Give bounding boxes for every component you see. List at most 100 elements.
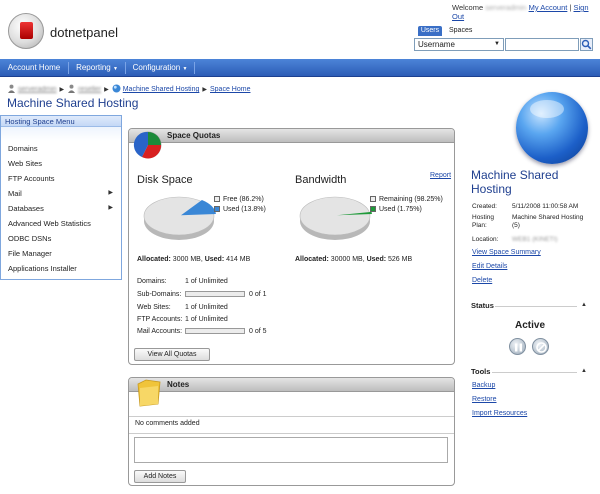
welcome-separator: | xyxy=(569,3,572,12)
globe-icon xyxy=(112,84,121,93)
collapse-arrow-icon[interactable]: ▲ xyxy=(581,302,587,308)
search-tab-users[interactable]: Users xyxy=(418,26,442,36)
quota-progress-bar xyxy=(185,328,245,334)
bandwidth-report-link[interactable]: Report xyxy=(430,172,451,179)
view-all-quotas-button[interactable]: View All Quotas xyxy=(134,348,210,361)
quota-row-sub-domains: Sub-Domains: 0 of 1 xyxy=(137,290,267,299)
breadcrumb-space-home[interactable]: Space Home xyxy=(210,86,250,93)
bandwidth-legend: Remaining (98.25%) Used (1.75%) xyxy=(370,195,443,215)
backup-link[interactable]: Backup xyxy=(472,382,495,389)
menu-item-label: Web Sites xyxy=(8,159,43,168)
quota-label: Web Sites: xyxy=(137,304,171,311)
nav-reporting[interactable]: Reporting ▼ xyxy=(69,59,125,77)
menu-header: Hosting Space Menu xyxy=(1,116,121,127)
section-divider xyxy=(495,306,577,307)
chevron-down-icon: ▼ xyxy=(494,41,500,47)
menu-item-applications-installer[interactable]: Applications Installer xyxy=(1,261,121,276)
notes-divider xyxy=(129,433,454,434)
search-input[interactable] xyxy=(505,38,579,51)
import-resources-link[interactable]: Import Resources xyxy=(472,410,527,417)
app-name: dotnetpanel xyxy=(50,25,118,40)
menu-item-label: FTP Accounts xyxy=(8,174,55,183)
chevron-down-icon: ▼ xyxy=(112,66,118,72)
legend-used: Used (1.75%) xyxy=(370,205,443,215)
legend-used-label: Used (13.8%) xyxy=(223,206,266,213)
bandwidth-used-label: Used: xyxy=(366,256,387,263)
notes-panel: Notes No comments added Add Notes xyxy=(128,377,455,486)
breadcrumb-arrow-icon: ▶ xyxy=(59,87,65,93)
search-field-select[interactable]: Username ▼ xyxy=(414,38,504,51)
breadcrumb-user[interactable]: serveradmin xyxy=(18,86,57,93)
disk-allocated-value: 3000 MB, xyxy=(172,256,203,263)
legend-used: Used (13.8%) xyxy=(214,205,266,215)
bandwidth-allocation: Allocated: 30000 MB, Used: 526 MB xyxy=(295,256,412,263)
my-account-link[interactable]: My Account xyxy=(529,3,568,12)
delete-link[interactable]: Delete xyxy=(472,277,492,284)
breadcrumb-arrow-icon: ▶ xyxy=(104,87,109,93)
legend-free-label: Free (86.2%) xyxy=(223,196,264,203)
status-title: Status xyxy=(471,301,494,310)
menu-item-domains[interactable]: Domains xyxy=(1,141,121,156)
view-space-summary-link[interactable]: View Space Summary xyxy=(472,249,541,256)
menu-spacer xyxy=(1,127,121,141)
hosting-space-menu: Hosting Space Menu Domains Web Sites FTP… xyxy=(0,115,122,280)
legend-remaining: Remaining (98.25%) xyxy=(370,195,443,205)
legend-swatch xyxy=(370,196,376,202)
quota-label: Mail Accounts: xyxy=(137,328,183,335)
pause-button[interactable] xyxy=(509,338,526,355)
user-icon xyxy=(68,84,76,93)
notes-folder-icon xyxy=(137,379,161,407)
nav-configuration-label: Configuration xyxy=(132,63,181,72)
restore-link[interactable]: Restore xyxy=(472,396,497,403)
collapse-arrow-icon[interactable]: ▲ xyxy=(581,368,587,374)
menu-item-odbc-dsns[interactable]: ODBC DSNs xyxy=(1,231,121,246)
menu-item-mail[interactable]: Mail ▶ xyxy=(1,186,121,201)
welcome-username: serveradmin xyxy=(485,3,527,12)
breadcrumb-space[interactable]: Machine Shared Hosting xyxy=(123,86,200,93)
quota-label: FTP Accounts: xyxy=(137,316,183,323)
bandwidth-pie-chart xyxy=(299,196,372,240)
menu-item-file-manager[interactable]: File Manager xyxy=(1,246,121,261)
disk-allocation: Allocated: 3000 MB, Used: 414 MB xyxy=(137,256,250,263)
main-nav: Account Home Reporting ▼ Configuration ▼ xyxy=(0,59,600,77)
disk-used-value: 414 MB xyxy=(226,256,251,263)
notes-header: Notes xyxy=(129,378,454,392)
nav-account-home[interactable]: Account Home xyxy=(0,59,68,77)
nav-configuration[interactable]: Configuration ▼ xyxy=(126,59,194,77)
quota-row-ftp-accounts: FTP Accounts: 1 of Unlimited xyxy=(137,315,228,324)
pause-icon xyxy=(515,343,522,352)
search-button[interactable] xyxy=(580,38,593,51)
breadcrumb-reseller[interactable]: reseller xyxy=(78,86,101,93)
bandwidth-title: Bandwidth xyxy=(295,174,347,186)
menu-item-label: ODBC DSNs xyxy=(8,234,52,243)
menu-item-ftp-accounts[interactable]: FTP Accounts xyxy=(1,171,121,186)
menu-item-label: Mail xyxy=(8,189,22,198)
add-notes-button[interactable]: Add Notes xyxy=(134,470,186,483)
legend-swatch xyxy=(214,196,220,202)
search-tab-spaces[interactable]: Spaces xyxy=(449,26,472,36)
quota-row-web-sites: Web Sites: 1 of Unlimited xyxy=(137,303,228,312)
menu-item-web-sites[interactable]: Web Sites xyxy=(1,156,121,171)
location-label: Location: xyxy=(472,236,499,243)
welcome-text: Welcome xyxy=(452,3,484,12)
welcome-bar: Welcome serveradmin My Account | Sign Ou… xyxy=(452,3,600,21)
edit-details-link[interactable]: Edit Details xyxy=(472,263,507,270)
menu-item-advanced-web-statistics[interactable]: Advanced Web Statistics xyxy=(1,216,121,231)
nav-divider xyxy=(194,62,195,74)
bandwidth-allocated-label: Allocated: xyxy=(295,256,329,263)
stop-button[interactable] xyxy=(532,338,549,355)
breadcrumb-arrow-icon: ▶ xyxy=(202,87,207,93)
bandwidth-used-value: 526 MB xyxy=(388,256,413,263)
notes-empty-text: No comments added xyxy=(135,420,200,427)
hosting-plan-value: Machine Shared Hosting (5) xyxy=(512,214,584,229)
disk-allocated-label: Allocated: xyxy=(137,256,171,263)
menu-item-label: Applications Installer xyxy=(8,264,77,273)
notes-divider xyxy=(129,416,454,417)
menu-item-label: Databases xyxy=(8,204,44,213)
legend-remaining-label: Remaining (98.25%) xyxy=(379,196,443,203)
menu-item-databases[interactable]: Databases ▶ xyxy=(1,201,121,216)
quota-row-domains: Domains: 1 of Unlimited xyxy=(137,277,228,286)
nav-account-home-label: Account Home xyxy=(7,63,61,72)
breadcrumb: serveradmin ▶ reseller ▶ Machine Shared Host… xyxy=(7,84,250,93)
notes-textarea[interactable] xyxy=(134,437,448,463)
